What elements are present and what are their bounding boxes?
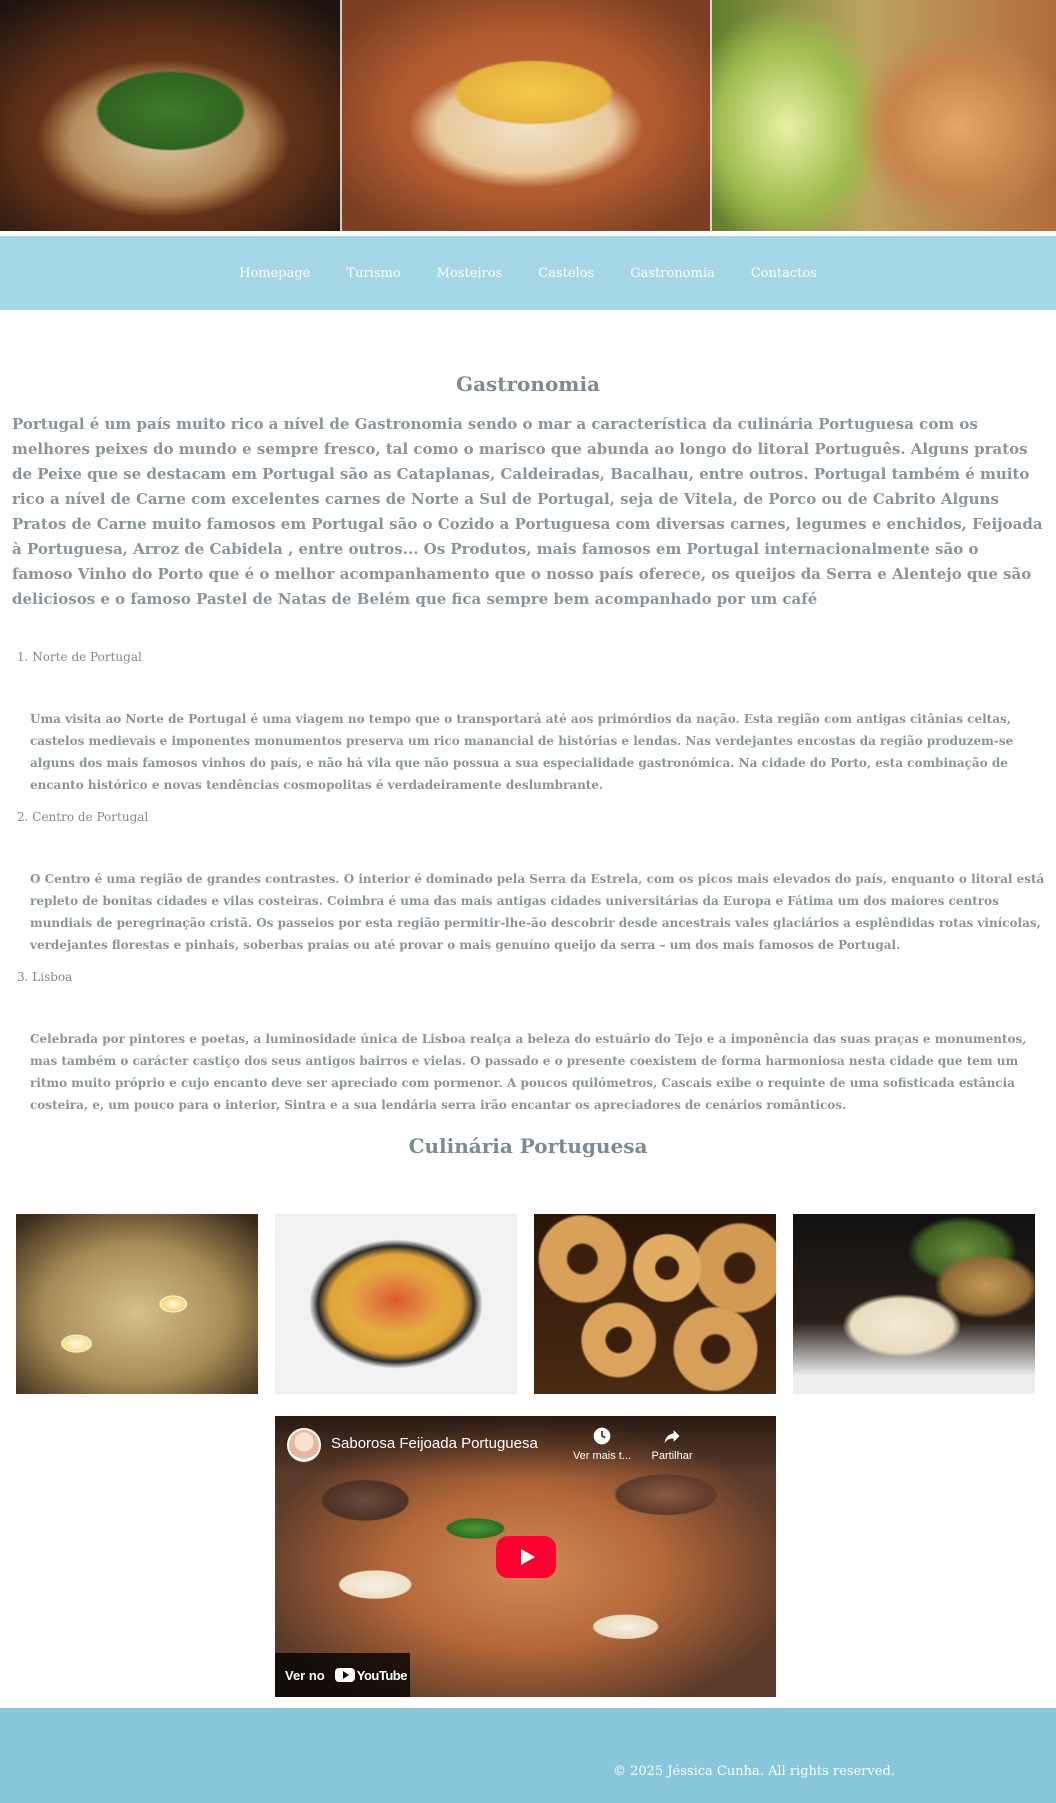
hero-image-fish-zucchini bbox=[711, 0, 1056, 231]
watch-later-label: Ver mais t... bbox=[572, 1450, 632, 1462]
channel-avatar[interactable] bbox=[287, 1428, 321, 1462]
gallery-image-bacalhau bbox=[16, 1214, 258, 1394]
regions-list: 1. Norte de Portugal Uma visita ao Norte… bbox=[0, 650, 1056, 1116]
hero-image-seafood-pot bbox=[0, 0, 341, 231]
nav-homepage[interactable]: Homepage bbox=[221, 266, 328, 281]
watch-later-button[interactable]: Ver mais t... bbox=[567, 1426, 637, 1462]
share-label: Partilhar bbox=[651, 1450, 693, 1462]
gallery-image-fish-potatoes bbox=[793, 1214, 1035, 1394]
gallery-image-pasteis-de-nata bbox=[534, 1214, 776, 1394]
gallery-image-paella bbox=[275, 1214, 517, 1394]
region-text-centro: O Centro é uma região de grandes contras… bbox=[30, 872, 1045, 952]
nav-contactos[interactable]: Contactos bbox=[733, 266, 835, 281]
video-title[interactable]: Saborosa Feijoada Portuguesa bbox=[331, 1435, 538, 1452]
footer: © 2025 Jéssica Cunha. All rights reserve… bbox=[0, 1708, 1056, 1803]
watch-on-label: Ver no bbox=[285, 1667, 325, 1683]
nav-gastronomia[interactable]: Gastronomia bbox=[612, 266, 733, 281]
hero-banner bbox=[0, 0, 1056, 231]
main-content: Gastronomia Portugal é um país muito ric… bbox=[0, 372, 1056, 1158]
food-gallery bbox=[0, 1214, 1056, 1394]
youtube-label: YouTube bbox=[356, 1667, 408, 1683]
clock-icon bbox=[593, 1427, 611, 1445]
watch-on-youtube-button[interactable]: Ver no YouTube bbox=[275, 1653, 410, 1697]
page-title: Gastronomia bbox=[455, 372, 600, 396]
main-nav: Homepage Turismo Mosteiros Castelos Gast… bbox=[0, 236, 1056, 310]
region-title-norte: 1. Norte de Portugal bbox=[17, 650, 142, 664]
region-item: 1. Norte de Portugal Uma visita ao Norte… bbox=[0, 650, 1056, 796]
culinaria-title: Culinária Portuguesa bbox=[408, 1134, 648, 1158]
nav-castelos[interactable]: Castelos bbox=[520, 266, 612, 281]
hero-divider bbox=[710, 0, 712, 231]
share-icon bbox=[664, 1430, 680, 1444]
region-title-centro: 2. Centro de Portugal bbox=[17, 810, 149, 824]
intro-paragraph: Portugal é um país muito rico a nível de… bbox=[12, 415, 1043, 608]
hero-divider bbox=[340, 0, 342, 231]
youtube-logo: YouTube bbox=[334, 1667, 408, 1683]
region-item: 3. Lisboa Celebrada por pintores e poeta… bbox=[0, 970, 1056, 1116]
nav-turismo[interactable]: Turismo bbox=[328, 266, 418, 281]
play-button[interactable] bbox=[495, 1535, 556, 1578]
region-text-norte: Uma visita ao Norte de Portugal é uma vi… bbox=[30, 712, 1014, 792]
copyright-text: © 2025 Jéssica Cunha. All rights reserve… bbox=[613, 1764, 895, 1779]
youtube-video-embed[interactable]: Saborosa Feijoada Portuguesa Ver mais t.… bbox=[275, 1416, 776, 1697]
region-item: 2. Centro de Portugal O Centro é uma reg… bbox=[0, 810, 1056, 956]
youtube-icon bbox=[334, 1668, 355, 1682]
region-title-lisboa: 3. Lisboa bbox=[17, 970, 73, 984]
share-button[interactable]: Partilhar bbox=[637, 1426, 707, 1462]
region-text-lisboa: Celebrada por pintores e poetas, a lumin… bbox=[30, 1032, 1027, 1112]
nav-mosteiros[interactable]: Mosteiros bbox=[419, 266, 521, 281]
hero-image-clay-stew bbox=[341, 0, 711, 231]
